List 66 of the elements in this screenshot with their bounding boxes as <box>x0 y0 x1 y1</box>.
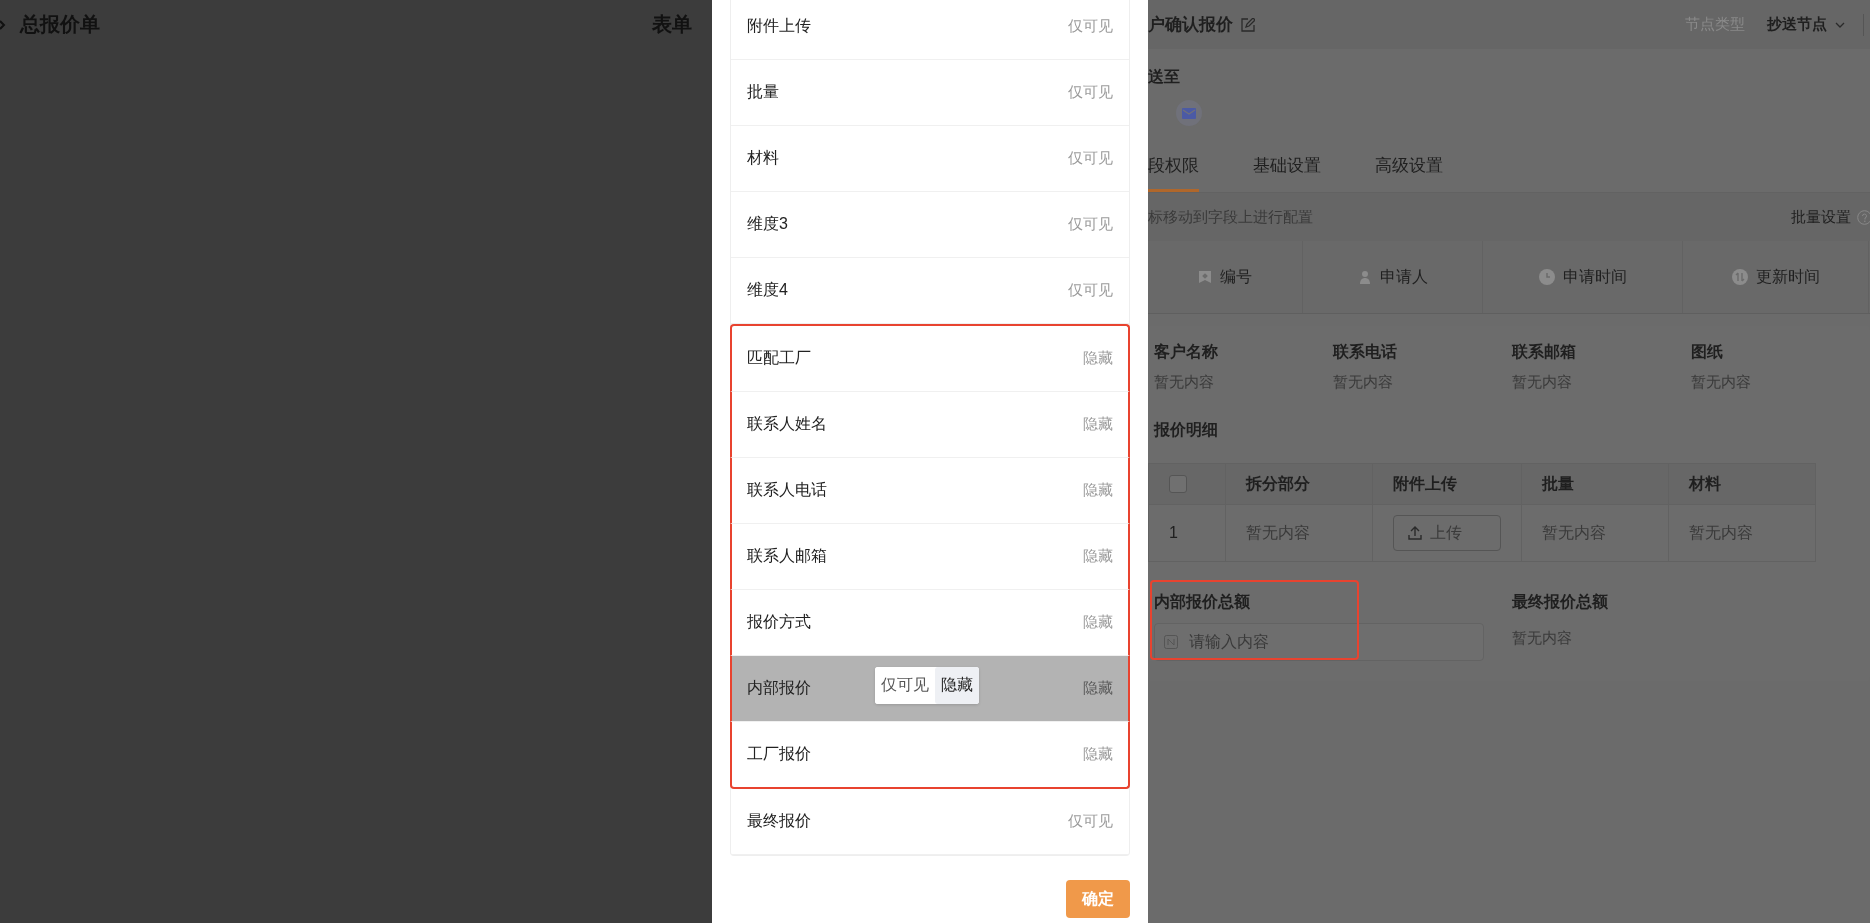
field-name: 材料 <box>747 148 779 168</box>
refresh-icon <box>1731 269 1748 285</box>
field-name: 批量 <box>747 82 779 102</box>
field-name: 联系人姓名 <box>747 414 827 434</box>
help-icon[interactable] <box>1857 209 1870 225</box>
mail-icon <box>1176 100 1202 126</box>
permission-value: 隐藏 <box>1083 547 1113 566</box>
back-icon[interactable] <box>0 17 8 32</box>
permission-value: 隐藏 <box>1083 745 1113 764</box>
field-row[interactable]: 联系人电话 隐藏 <box>730 458 1130 524</box>
column-header: 附件上传 <box>1372 463 1522 505</box>
node-title: 户确认报价 <box>1148 14 1233 36</box>
permission-value: 仅可见 <box>1068 17 1113 36</box>
upload-icon <box>1408 526 1422 540</box>
field-label: 内部报价总额 <box>1154 592 1251 612</box>
field-row[interactable]: 联系人姓名 隐藏 <box>730 392 1130 458</box>
field-row[interactable]: 批量 仅可见 <box>731 60 1129 126</box>
number-icon <box>1164 635 1178 649</box>
field-name: 匹配工厂 <box>747 348 811 368</box>
field-name: 报价方式 <box>747 612 811 632</box>
cc-label: 送至 <box>1148 67 1181 87</box>
column-header: 拆分部分 <box>1225 463 1373 505</box>
field-label: 联系邮箱 <box>1512 342 1577 362</box>
tag-icon <box>1198 270 1212 284</box>
column-header: 材料 <box>1668 463 1816 505</box>
caret-icon[interactable] <box>1835 21 1845 28</box>
field-row[interactable]: 最终报价 仅可见 <box>731 789 1129 855</box>
row-index: 1 <box>1148 504 1226 562</box>
field-row[interactable]: 匹配工厂 隐藏 <box>730 324 1130 392</box>
permission-value: 仅可见 <box>1068 215 1113 234</box>
field-name: 维度4 <box>747 280 788 300</box>
field-label: 图纸 <box>1691 342 1724 362</box>
permission-value: 隐藏 <box>1083 415 1113 434</box>
person-icon <box>1357 270 1372 284</box>
field-name: 工厂报价 <box>747 744 811 764</box>
permission-value: 仅可见 <box>1068 281 1113 300</box>
clock-icon <box>1538 269 1555 285</box>
permission-option[interactable]: 仅可见 <box>875 667 935 704</box>
checkbox[interactable] <box>1169 475 1187 493</box>
field-row[interactable]: 附件上传 仅可见 <box>731 0 1129 60</box>
permission-option[interactable]: 隐藏 <box>935 667 979 704</box>
permission-value: 隐藏 <box>1083 481 1113 500</box>
field-name: 联系人电话 <box>747 480 827 500</box>
field-row[interactable]: 内部报价 仅可见 隐藏 隐藏 <box>730 656 1130 722</box>
field-name: 附件上传 <box>747 16 811 36</box>
edit-icon[interactable] <box>1241 17 1255 32</box>
field-name: 内部报价 <box>747 678 811 698</box>
permission-value: 隐藏 <box>1083 613 1113 632</box>
field-row[interactable]: 联系人邮箱 隐藏 <box>730 524 1130 590</box>
permission-value: 隐藏 <box>1083 679 1113 698</box>
field-row[interactable]: 维度4 仅可见 <box>731 258 1129 324</box>
field-name: 联系人邮箱 <box>747 546 827 566</box>
permission-value: 仅可见 <box>1068 149 1113 168</box>
permission-value: 隐藏 <box>1083 349 1113 368</box>
column-header: 批量 <box>1521 463 1669 505</box>
field-name: 最终报价 <box>747 811 811 831</box>
field-row[interactable]: 材料 仅可见 <box>731 126 1129 192</box>
field-label: 客户名称 <box>1154 342 1219 362</box>
permission-value: 仅可见 <box>1068 83 1113 102</box>
field-label: 最终报价总额 <box>1512 592 1609 612</box>
field-row[interactable]: 维度3 仅可见 <box>731 192 1129 258</box>
field-name: 维度3 <box>747 214 788 234</box>
field-label: 联系电话 <box>1333 342 1398 362</box>
permission-value: 仅可见 <box>1068 812 1113 831</box>
field-row[interactable]: 工厂报价 隐藏 <box>730 722 1130 789</box>
section-title: 报价明细 <box>1154 420 1219 440</box>
